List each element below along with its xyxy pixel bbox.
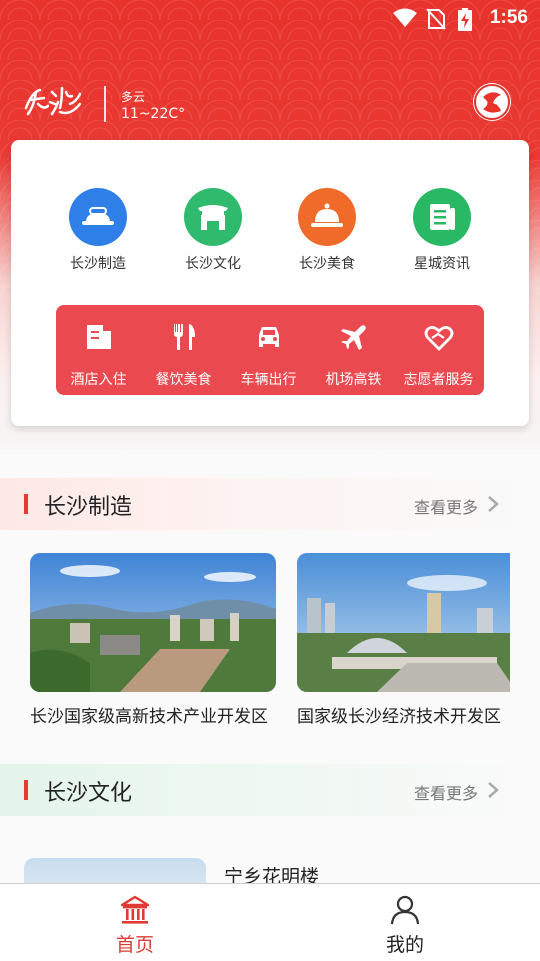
category-label: 长沙文化	[185, 256, 241, 272]
category-culture[interactable]: 长沙文化	[168, 188, 258, 273]
fork-knife-icon	[174, 324, 195, 350]
plane-icon	[341, 325, 366, 350]
see-more-link[interactable]: 查看更多	[414, 780, 478, 804]
section-accent-bar	[24, 780, 28, 800]
news-image	[30, 553, 276, 692]
category-manufacturing[interactable]: 长沙制造	[53, 188, 143, 273]
news-card[interactable]: 长沙国家级高新技术产业开发区	[30, 553, 276, 727]
service-label: 餐饮美食	[155, 372, 212, 388]
main-menu-card: 长沙制造 长沙文化 长沙美食 星城资讯 酒店入住 餐饮美食 车辆出行 机场高铁 …	[11, 140, 529, 426]
category-news[interactable]: 星城资讯	[397, 188, 487, 273]
factory-icon	[69, 188, 127, 246]
service-vehicle[interactable]: 车辆出行	[226, 305, 311, 395]
heart-hand-icon	[424, 326, 454, 351]
food-cloche-icon	[298, 188, 356, 246]
bottom-tab-bar: 首页 我的	[0, 883, 540, 961]
wifi-icon	[393, 8, 417, 27]
service-hotel[interactable]: 酒店入住	[56, 305, 141, 395]
category-label: 长沙制造	[70, 256, 126, 272]
home-bank-icon	[120, 895, 150, 924]
tab-home[interactable]: 首页	[75, 884, 195, 961]
service-label: 志愿者服务	[403, 372, 474, 388]
chevron-right-icon[interactable]	[486, 780, 500, 800]
section-accent-bar	[24, 494, 28, 514]
category-food[interactable]: 长沙美食	[282, 188, 372, 273]
car-icon	[259, 327, 279, 347]
no-sim-icon	[426, 8, 446, 30]
section-header: 长沙文化 查看更多	[0, 764, 540, 816]
see-more-link[interactable]: 查看更多	[414, 494, 478, 518]
user-icon	[390, 895, 420, 925]
news-title: 长沙国家级高新技术产业开发区	[30, 707, 268, 727]
profile-avatar-button[interactable]	[473, 83, 511, 121]
section-header: 长沙制造 查看更多	[0, 478, 540, 530]
header-divider	[104, 86, 106, 122]
tab-mine[interactable]: 我的	[345, 884, 465, 961]
service-label: 车辆出行	[240, 372, 297, 388]
chevron-right-icon[interactable]	[486, 494, 500, 514]
news-card[interactable]: 国家级长沙经济技术开发区	[297, 553, 510, 727]
changsha-calligraphy-logo	[24, 86, 82, 116]
news-title: 国家级长沙经济技术开发区	[297, 707, 501, 727]
service-dining[interactable]: 餐饮美食	[141, 305, 226, 395]
tab-label: 我的	[385, 934, 424, 956]
battery-charging-icon	[458, 8, 472, 31]
hotel-icon	[87, 325, 111, 349]
status-bar: 1:56	[0, 0, 540, 38]
services-bar: 酒店入住 餐饮美食 车辆出行 机场高铁 志愿者服务	[56, 305, 484, 395]
gate-icon	[184, 188, 242, 246]
tab-label: 首页	[115, 934, 154, 956]
city-emblem-icon	[474, 84, 510, 120]
news-icon	[413, 188, 471, 246]
service-volunteer[interactable]: 志愿者服务	[396, 305, 481, 395]
status-time: 1:56	[489, 7, 528, 28]
service-label: 机场高铁	[325, 372, 382, 388]
weather-description: 多云	[121, 90, 146, 104]
category-label: 长沙美食	[299, 256, 355, 272]
category-label: 星城资讯	[414, 256, 470, 272]
news-image	[297, 553, 510, 692]
section-title: 长沙制造	[44, 495, 133, 520]
weather-temperature: 11~22C°	[121, 106, 186, 122]
section-title: 长沙文化	[44, 781, 133, 806]
service-label: 酒店入住	[70, 372, 127, 388]
service-airport-rail[interactable]: 机场高铁	[311, 305, 396, 395]
